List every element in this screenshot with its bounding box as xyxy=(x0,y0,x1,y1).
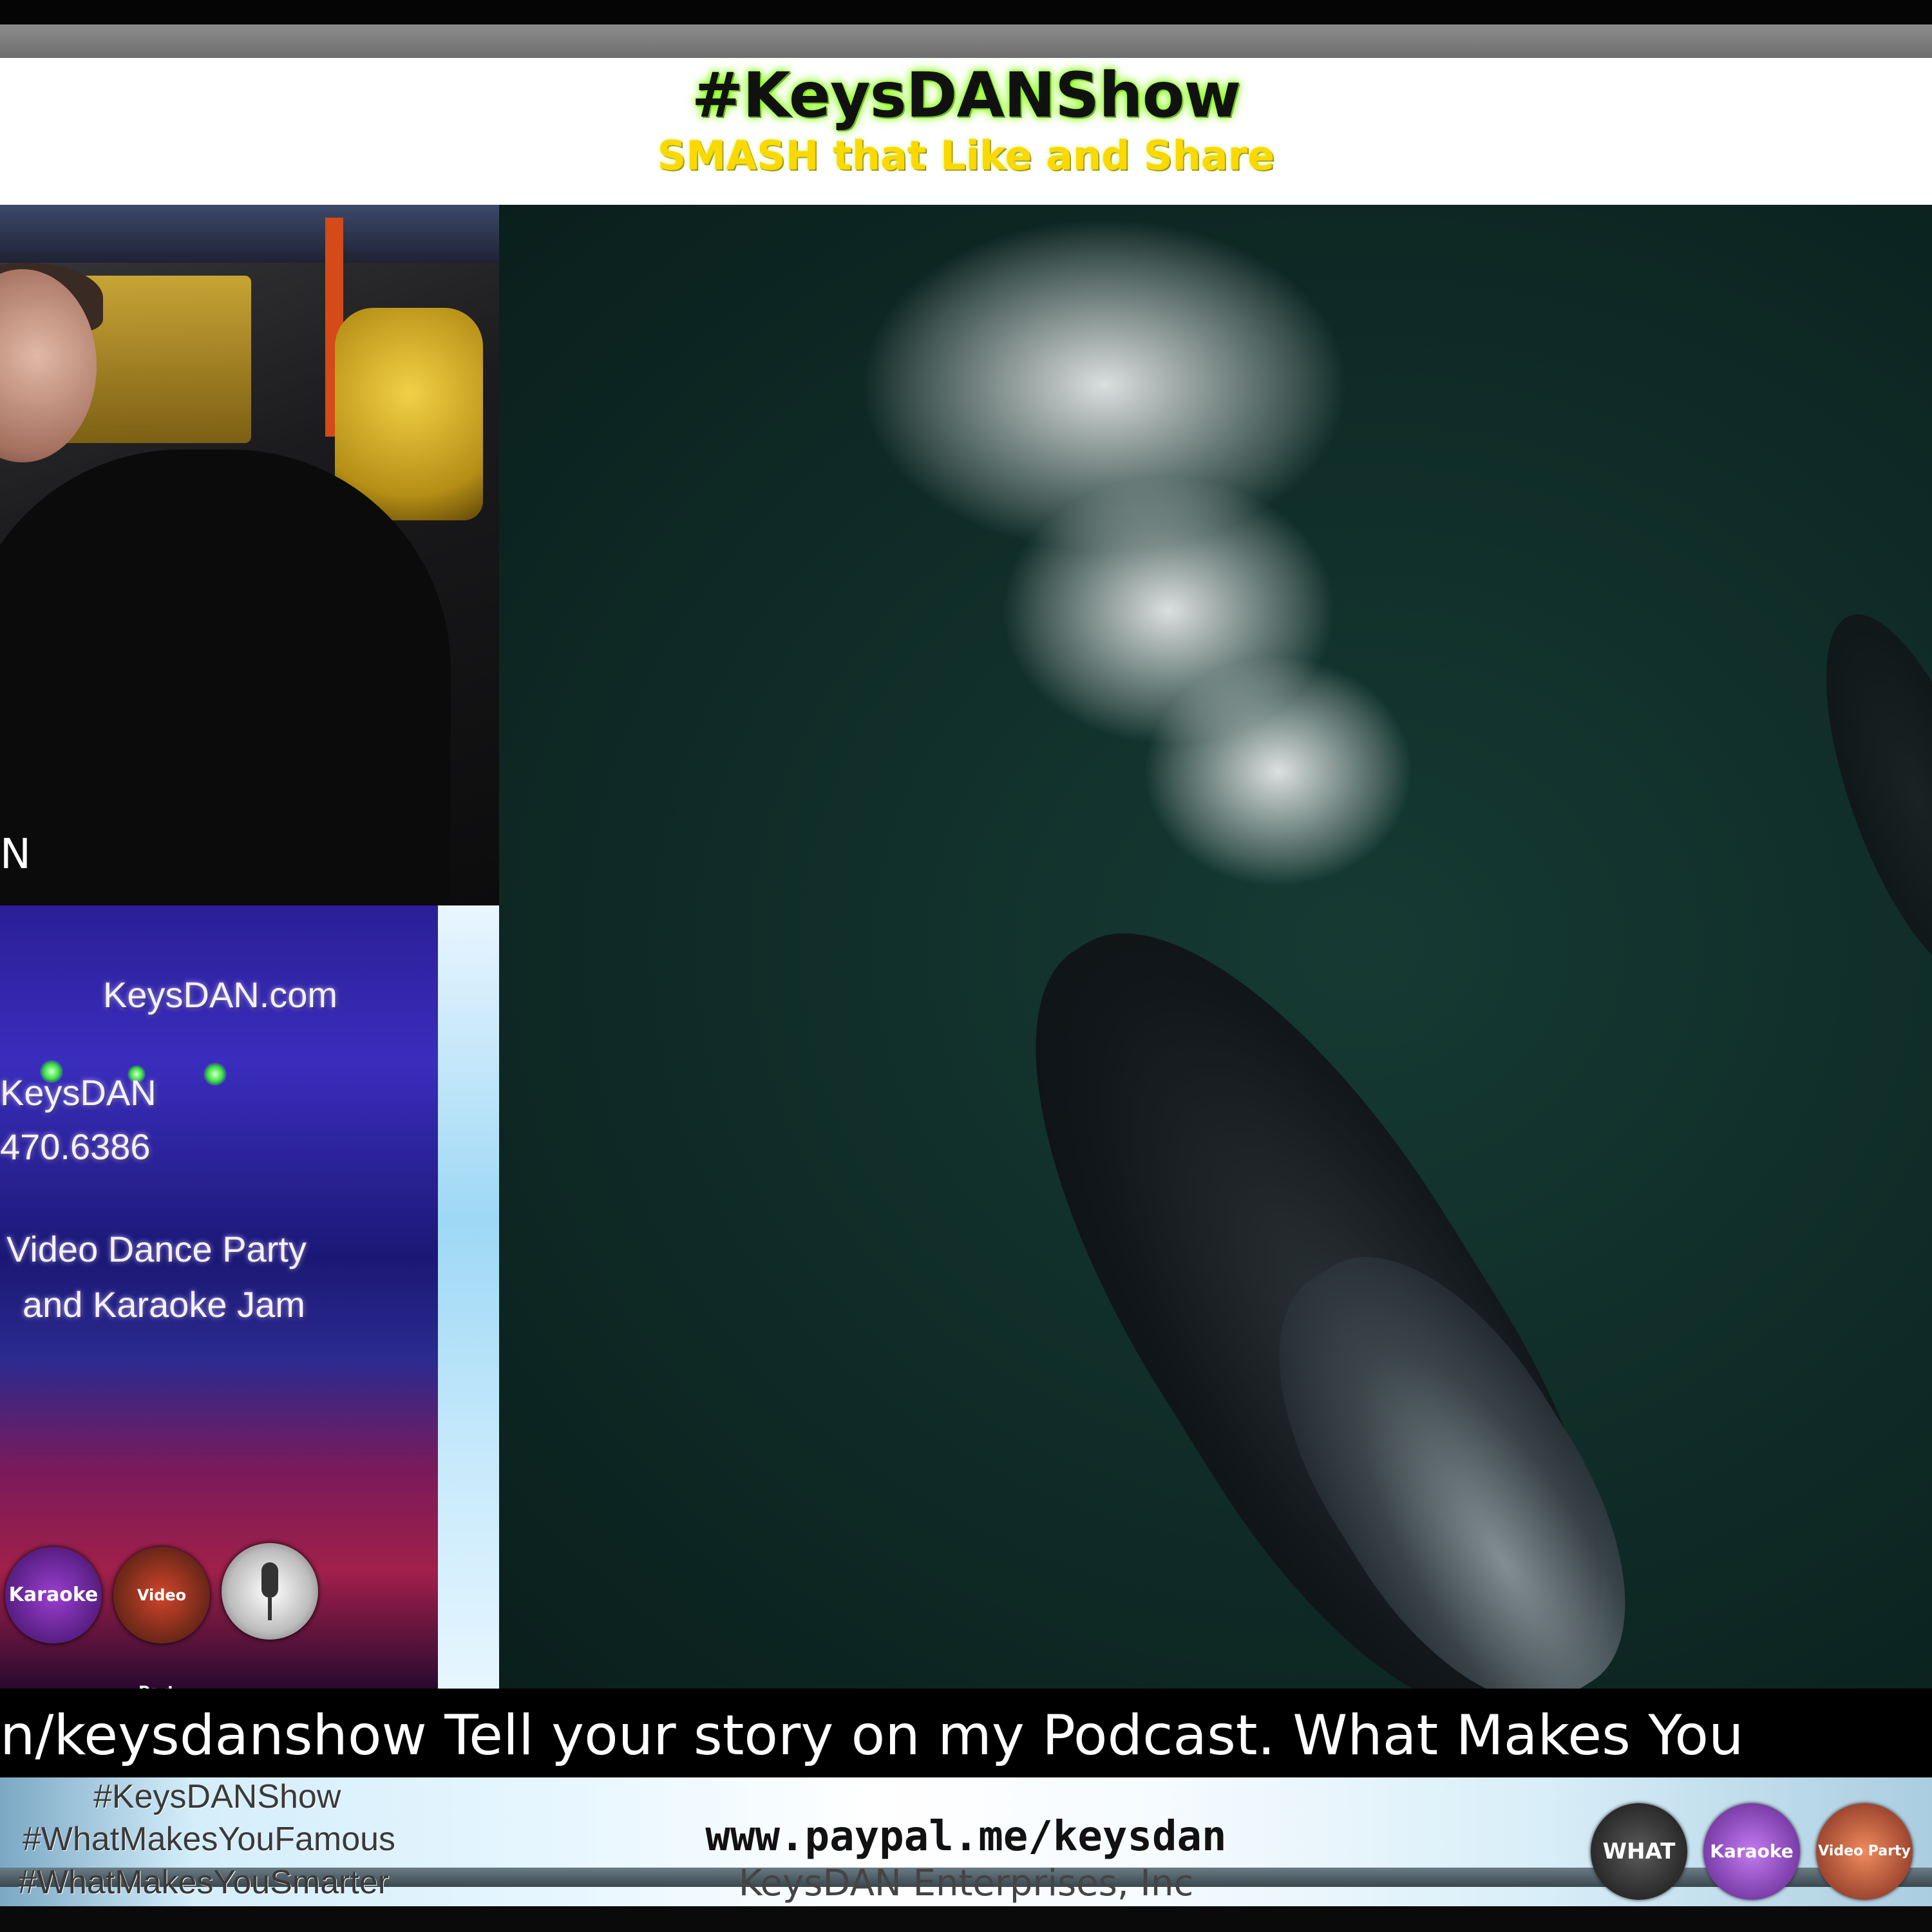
promo-handle: KeysDAN xyxy=(0,1072,156,1113)
what-makes-you-logo-icon: WHAT xyxy=(1591,1803,1687,1900)
video-party-logo-label: Video Party xyxy=(137,1586,187,1689)
host-body xyxy=(0,450,451,905)
top-gray-bar xyxy=(0,24,1932,58)
top-black-bar xyxy=(0,0,1932,24)
host-webcam-feed xyxy=(0,205,499,905)
karaoke-logo-icon: Karaoke xyxy=(5,1547,102,1643)
karaoke-logo-label: Karaoke xyxy=(8,1584,99,1606)
footer-black-edge xyxy=(0,1906,1932,1932)
second-whale xyxy=(1789,593,1932,1001)
host-name-fragment: N xyxy=(0,831,32,878)
main-video-whale xyxy=(499,205,1932,1689)
stage-light xyxy=(204,1063,227,1086)
karaoke-logo-icon: Karaoke xyxy=(1703,1803,1800,1900)
microphone-icon xyxy=(261,1562,278,1620)
ticker-text: n/keysdanshow Tell your story on my Podc… xyxy=(0,1703,1744,1768)
background-helmet xyxy=(335,308,483,520)
water-splash xyxy=(1143,656,1414,887)
video-party-logo-icon: Video Party xyxy=(113,1547,210,1689)
show-subtitle: SMASH that Like and Share xyxy=(657,132,1275,179)
microphone-singer-icon xyxy=(222,1543,318,1640)
promo-website: KeysDAN.com xyxy=(103,974,338,1015)
hashtag-show: #KeysDANShow xyxy=(93,1778,341,1815)
background-shelf xyxy=(0,205,499,263)
karaoke-logo-label: Karaoke xyxy=(1710,1841,1794,1862)
video-party-logo-label: Video Party xyxy=(1818,1843,1911,1859)
promo-edge-strip xyxy=(438,905,499,1689)
what-logo-label: WHAT xyxy=(1602,1839,1676,1864)
promo-line-1: Video Dance Party xyxy=(6,1229,307,1269)
promo-phone: 470.6386 xyxy=(0,1126,151,1167)
video-party-logo-icon: Video Party xyxy=(1816,1803,1913,1900)
show-title: #KeysDANShow xyxy=(691,59,1241,131)
promo-line-2: and Karaoke Jam xyxy=(23,1284,305,1325)
